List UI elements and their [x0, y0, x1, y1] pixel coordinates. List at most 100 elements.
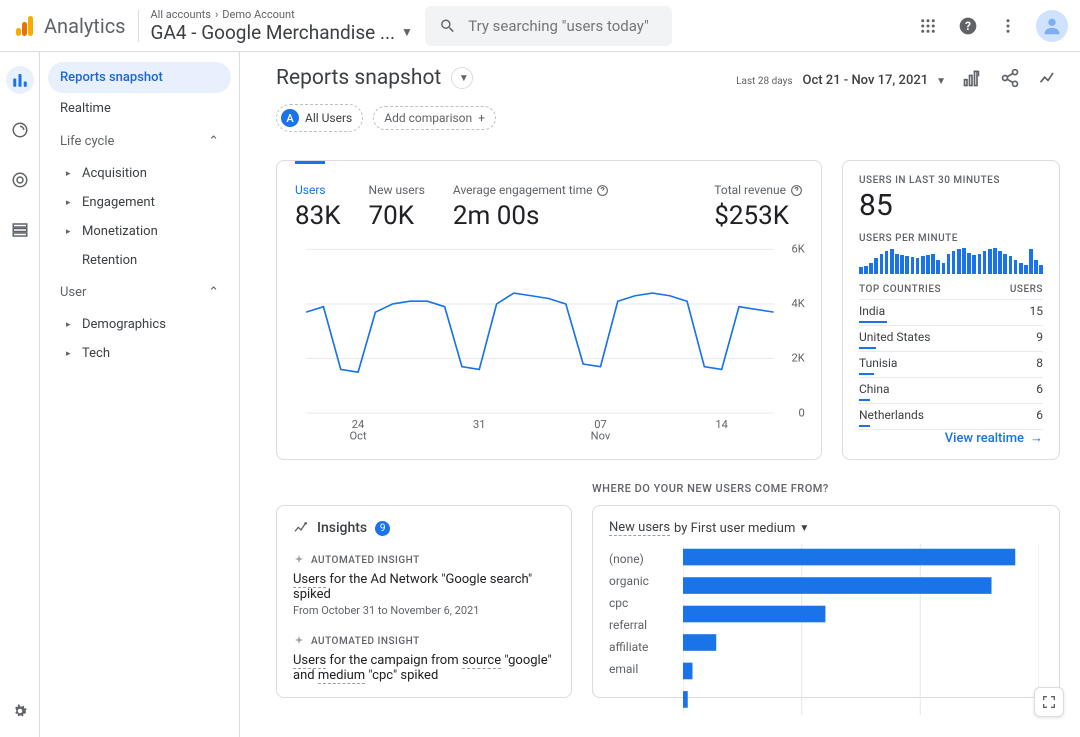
nav-retention[interactable]: Retention — [48, 246, 231, 275]
main-content: Reports snapshot ▼ Last 28 days Oct 21 -… — [240, 52, 1080, 737]
rail-advertising-icon[interactable] — [6, 166, 34, 194]
insight-item[interactable]: AUTOMATED INSIGHT Users for the Ad Netwo… — [293, 554, 555, 617]
view-realtime-link[interactable]: View realtime → — [859, 430, 1043, 446]
insights-icon[interactable] — [1036, 66, 1060, 90]
help-circle-icon[interactable] — [790, 184, 803, 197]
fullscreen-icon — [1041, 694, 1057, 710]
insights-count-badge: 9 — [375, 521, 390, 536]
svg-text:14: 14 — [715, 418, 728, 431]
country-row[interactable]: Tunisia8 — [859, 352, 1043, 378]
caret-down-icon: ▼ — [936, 76, 946, 87]
caret-right-icon: ▸ — [66, 349, 74, 359]
more-vert-icon[interactable] — [996, 14, 1020, 38]
help-icon[interactable]: ? — [956, 14, 980, 38]
caret-right-icon: ▸ — [66, 169, 74, 179]
rail-admin-icon[interactable] — [6, 697, 34, 725]
nav-acquisition[interactable]: ▸Acquisition — [48, 159, 231, 188]
nav-engagement[interactable]: ▸Engagement — [48, 188, 231, 217]
nav-section-user[interactable]: User ⌃ — [48, 275, 231, 310]
header-divider — [138, 10, 139, 42]
svg-text:31: 31 — [473, 418, 486, 431]
nav-tech[interactable]: ▸Tech — [48, 339, 231, 368]
chevron-up-icon: ⌃ — [208, 134, 219, 149]
sparkle-icon — [293, 554, 305, 566]
metric-engagement-time[interactable]: Average engagement time 2m 00s — [453, 183, 610, 231]
date-range-picker[interactable]: Last 28 days Oct 21 - Nov 17, 2021 ▼ — [736, 69, 946, 88]
country-row[interactable]: United States9 — [859, 326, 1043, 352]
caret-down-icon: ▼ — [401, 25, 413, 39]
breadcrumb-root: All accounts — [151, 8, 211, 21]
caret-right-icon: ▸ — [66, 320, 74, 330]
app-header: Analytics All accounts › Demo Account GA… — [0, 0, 1080, 52]
rail-configure-icon[interactable] — [6, 216, 34, 244]
product-logo[interactable]: Analytics — [12, 14, 126, 38]
nav-monetization[interactable]: ▸Monetization — [48, 217, 231, 246]
country-row[interactable]: China6 — [859, 378, 1043, 404]
insight-item[interactable]: AUTOMATED INSIGHT Users for the campaign… — [293, 635, 555, 683]
users-per-minute-chart — [859, 248, 1043, 274]
acquisition-card: New users by First user medium ▼ (none)o… — [592, 505, 1060, 698]
page-title: Reports snapshot — [276, 66, 441, 90]
arrow-right-icon: → — [1030, 430, 1043, 446]
acq-dimension-picker[interactable]: New users by First user medium ▼ — [609, 520, 1043, 536]
status-chip[interactable]: ▼ — [451, 67, 473, 89]
nav-demographics[interactable]: ▸Demographics — [48, 310, 231, 339]
audience-badge: A — [281, 109, 299, 127]
analytics-logo-icon — [12, 14, 36, 38]
breadcrumb: All accounts › Demo Account — [151, 8, 413, 21]
country-row[interactable]: Netherlands6 — [859, 404, 1043, 430]
summary-card: Users 83K New users 70K Average engageme… — [276, 160, 822, 460]
property-name: GA4 - Google Merchandise ... — [151, 21, 396, 44]
acq-bar-chart: (none)organiccpcreferralaffiliateemail — [609, 552, 1043, 676]
caret-right-icon: ▸ — [66, 198, 74, 208]
rt-col-users: USERS — [1010, 284, 1043, 295]
nav-section-life-cycle[interactable]: Life cycle ⌃ — [48, 124, 231, 159]
chevron-right-icon: › — [215, 8, 218, 21]
chevron-up-icon: ⌃ — [208, 285, 219, 300]
insights-title: Insights — [317, 520, 367, 536]
svg-text:6K: 6K — [792, 243, 805, 255]
realtime-card: USERS IN LAST 30 MINUTES 85 USERS PER MI… — [842, 160, 1060, 460]
rt-per-minute-label: USERS PER MINUTE — [859, 233, 1043, 244]
share-icon[interactable] — [998, 66, 1022, 90]
customize-report-icon[interactable] — [960, 66, 984, 90]
user-avatar[interactable] — [1036, 10, 1068, 42]
section-question: WHERE DO YOUR NEW USERS COME FROM? — [592, 482, 1060, 495]
sparkle-icon — [293, 635, 305, 647]
search-bar[interactable] — [425, 6, 673, 46]
caret-right-icon: ▸ — [66, 227, 74, 237]
help-circle-icon[interactable] — [596, 184, 609, 197]
product-name: Analytics — [44, 14, 126, 38]
country-row[interactable]: India15 — [859, 300, 1043, 326]
rail-explore-icon[interactable] — [6, 116, 34, 144]
trend-chart: 02K4K6K24Oct3107Nov14 — [295, 243, 807, 445]
svg-text:Oct: Oct — [350, 430, 368, 443]
rt-col-countries: TOP COUNTRIES — [859, 284, 941, 295]
add-comparison-button[interactable]: Add comparison + — [373, 106, 496, 130]
svg-text:4K: 4K — [792, 297, 805, 310]
left-rail — [0, 52, 40, 737]
search-icon — [439, 16, 456, 36]
search-input[interactable] — [468, 17, 658, 35]
metric-new-users[interactable]: New users 70K — [369, 183, 425, 231]
side-nav: Reports snapshot Realtime Life cycle ⌃ ▸… — [40, 52, 240, 737]
nav-realtime[interactable]: Realtime — [48, 93, 231, 124]
insights-card: Insights 9 AUTOMATED INSIGHT Users for t… — [276, 505, 572, 698]
rt-users-label: USERS IN LAST 30 MINUTES — [859, 175, 1043, 186]
rt-users-value: 85 — [859, 188, 1043, 223]
nav-reports-snapshot[interactable]: Reports snapshot — [48, 62, 231, 93]
audience-chip[interactable]: A All Users — [276, 104, 363, 132]
header-actions: ? — [916, 10, 1068, 42]
metric-revenue[interactable]: Total revenue $253K — [714, 183, 803, 231]
apps-icon[interactable] — [916, 14, 940, 38]
plus-icon: + — [478, 111, 485, 125]
active-metric-indicator — [295, 161, 325, 164]
svg-text:?: ? — [965, 19, 971, 33]
svg-text:2K: 2K — [792, 352, 805, 365]
account-selector[interactable]: All accounts › Demo Account GA4 - Google… — [151, 8, 413, 44]
expand-button[interactable] — [1034, 687, 1064, 717]
svg-text:Nov: Nov — [591, 430, 611, 443]
caret-down-icon: ▼ — [799, 523, 809, 534]
rail-reports-icon[interactable] — [6, 66, 34, 94]
metric-users[interactable]: Users 83K — [295, 183, 341, 231]
